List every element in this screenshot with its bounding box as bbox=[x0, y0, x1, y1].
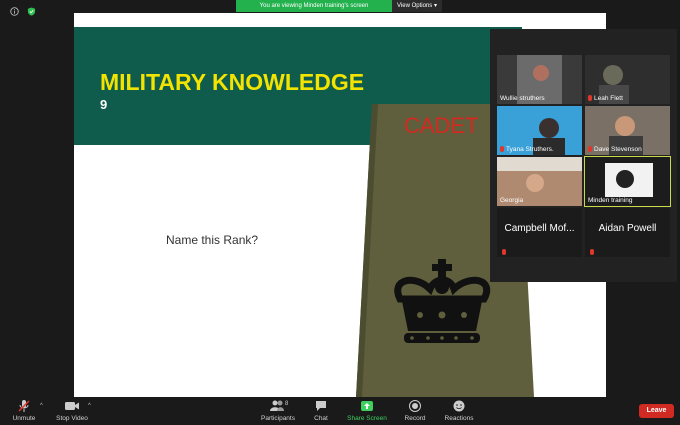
chat-bubble-icon bbox=[316, 401, 326, 411]
muted-mic-icon bbox=[590, 249, 594, 255]
stop-video-button[interactable]: Stop Video bbox=[52, 399, 92, 422]
participant-name: Georgia bbox=[500, 197, 524, 204]
participant-name: Leah Flett bbox=[585, 94, 626, 103]
slide-title: MILITARY KNOWLEDGE bbox=[100, 69, 365, 95]
slide-number: 9 bbox=[100, 97, 108, 112]
rank-label-cadet: CADET bbox=[404, 113, 479, 138]
chevron-down-icon: ▾ bbox=[433, 3, 437, 9]
muted-microphone-icon bbox=[18, 400, 30, 412]
stop-video-label: Stop Video bbox=[56, 415, 88, 422]
muted-mic-icon bbox=[588, 95, 592, 101]
participant-tile[interactable]: Dave Stevenson bbox=[585, 106, 670, 155]
participant-tile[interactable]: Georgia bbox=[497, 157, 582, 206]
reactions-smiley-icon bbox=[453, 400, 465, 412]
participant-tile[interactable]: Tyana Struthers. bbox=[497, 106, 582, 155]
muted-mic-icon bbox=[588, 146, 592, 152]
muted-mic-icon bbox=[500, 146, 504, 152]
participant-tile-no-video[interactable]: Campbell Mof... bbox=[497, 208, 582, 257]
video-camera-icon bbox=[65, 402, 79, 410]
view-options-label: View Options bbox=[397, 3, 433, 9]
viewing-message: You are viewing Minden training's screen bbox=[236, 0, 392, 12]
participants-count: 8 bbox=[285, 401, 289, 407]
record-icon bbox=[409, 400, 421, 412]
viewing-banner: You are viewing Minden training's screen… bbox=[236, 0, 442, 12]
participant-name: Campbell Mof... bbox=[504, 223, 575, 234]
participant-name: Aidan Powell bbox=[598, 223, 657, 234]
leave-button[interactable]: Leave bbox=[639, 404, 674, 418]
participants-label: Participants bbox=[261, 415, 295, 422]
gallery-video-panel[interactable]: Wullie struthers Leah Flett Tyana Struth… bbox=[490, 29, 677, 282]
reactions-label: Reactions bbox=[444, 415, 474, 422]
info-icon[interactable] bbox=[10, 7, 19, 16]
record-button[interactable]: Record bbox=[400, 399, 430, 422]
share-screen-icon bbox=[361, 401, 373, 411]
chat-label: Chat bbox=[314, 415, 328, 422]
muted-mic-icon bbox=[502, 249, 506, 255]
audio-options-caret[interactable]: ^ bbox=[40, 403, 43, 409]
participant-name: Minden training bbox=[588, 197, 633, 204]
chat-button[interactable]: Chat bbox=[310, 399, 332, 422]
unmute-button[interactable]: Unmute bbox=[8, 399, 40, 422]
record-label: Record bbox=[404, 415, 426, 422]
participants-button[interactable]: Participants bbox=[256, 399, 300, 422]
unmute-label: Unmute bbox=[12, 415, 36, 422]
share-screen-label: Share Screen bbox=[347, 415, 387, 422]
participant-tile-no-video[interactable]: Aidan Powell bbox=[585, 208, 670, 257]
participant-name: Dave Stevenson bbox=[585, 145, 645, 154]
reactions-button[interactable]: Reactions bbox=[440, 399, 478, 422]
participant-tile-active-speaker[interactable]: Minden training bbox=[584, 156, 671, 207]
share-screen-button[interactable]: Share Screen bbox=[344, 399, 390, 422]
security-shield-icon[interactable] bbox=[27, 7, 36, 16]
zoom-meeting-window: You are viewing Minden training's screen… bbox=[0, 0, 680, 425]
video-options-caret[interactable]: ^ bbox=[88, 403, 91, 409]
slide-question: Name this Rank? bbox=[166, 233, 259, 247]
meeting-toolbar: Unmute ^ Stop Video ^ Participants 8 Cha… bbox=[0, 397, 680, 425]
participant-tile[interactable]: Wullie struthers bbox=[497, 55, 582, 104]
view-options-button[interactable]: View Options ▾ bbox=[392, 0, 442, 12]
participant-name: Wullie struthers bbox=[500, 95, 545, 102]
participant-tile[interactable]: Leah Flett bbox=[585, 55, 670, 104]
participant-name: Tyana Struthers. bbox=[497, 145, 557, 154]
